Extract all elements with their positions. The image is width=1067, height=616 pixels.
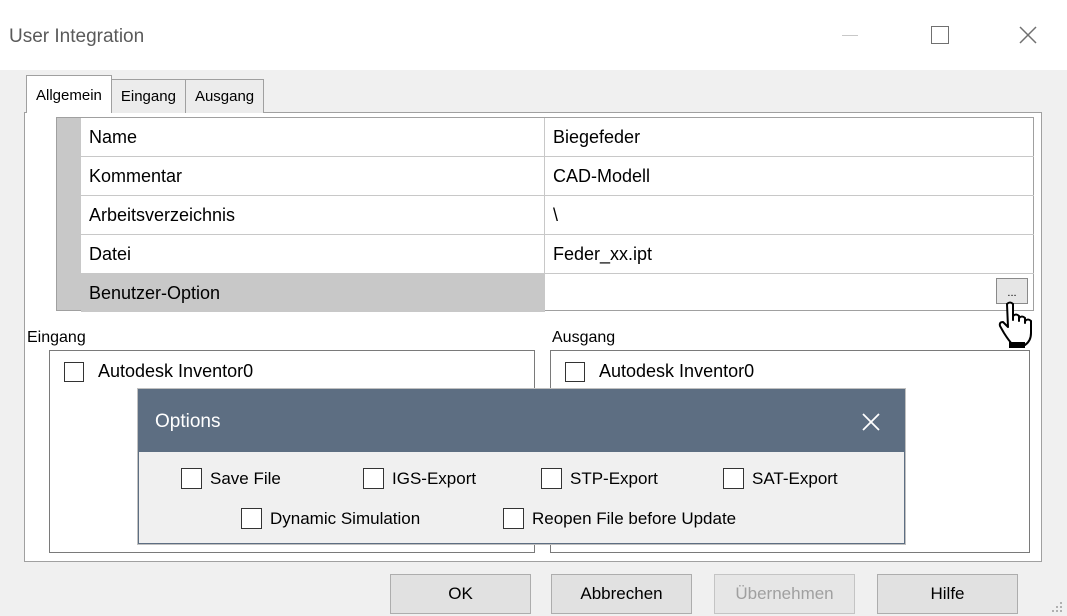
dynamic-simulation-checkbox[interactable]: Dynamic Simulation — [241, 508, 420, 529]
checkbox-label: Reopen File before Update — [532, 508, 737, 528]
window-title: User Integration — [9, 26, 145, 47]
cancel-button[interactable]: Abbrechen — [551, 574, 692, 614]
grid-gutter — [57, 118, 81, 310]
property-value[interactable]: \ — [545, 196, 1034, 234]
property-value[interactable] — [545, 274, 1034, 312]
ausgang-label: Ausgang — [552, 329, 616, 346]
checkbox[interactable] — [541, 468, 562, 489]
stp-export-checkbox[interactable]: STP-Export — [541, 468, 658, 489]
tab-strip: Allgemein Eingang Ausgang — [26, 75, 265, 113]
reopen-file-checkbox[interactable]: Reopen File before Update — [503, 508, 736, 529]
checkbox[interactable] — [363, 468, 384, 489]
close-icon — [1019, 26, 1037, 44]
apply-button[interactable]: Übernehmen — [714, 574, 855, 614]
tab-eingang[interactable]: Eingang — [110, 79, 186, 113]
property-row-benutzer-option[interactable]: Benutzer-Option — [81, 274, 1034, 313]
sat-export-checkbox[interactable]: SAT-Export — [723, 468, 838, 489]
checkbox[interactable] — [723, 468, 744, 489]
property-label: Datei — [81, 235, 545, 273]
list-item[interactable]: Autodesk Inventor0 — [565, 361, 754, 382]
resize-grip-icon[interactable] — [1050, 600, 1064, 614]
property-row-kommentar[interactable]: Kommentar CAD-Modell — [81, 157, 1034, 196]
options-title-bar: Options — [139, 390, 904, 452]
eingang-label: Eingang — [27, 329, 86, 346]
help-button[interactable]: Hilfe — [877, 574, 1018, 614]
property-row-name[interactable]: Name Biegefeder — [81, 118, 1034, 157]
property-label: Kommentar — [81, 157, 545, 195]
property-label: Benutzer-Option — [81, 274, 545, 312]
property-label: Name — [81, 118, 545, 156]
property-value[interactable]: Biegefeder — [545, 118, 1034, 156]
tab-allgemein[interactable]: Allgemein — [26, 75, 112, 113]
property-row-arbeitsverzeichnis[interactable]: Arbeitsverzeichnis \ — [81, 196, 1034, 235]
property-value[interactable]: CAD-Modell — [545, 157, 1034, 195]
maximize-icon — [931, 26, 949, 44]
options-dialog: Options Save File IGS-Export STP-Export … — [138, 389, 905, 544]
save-file-checkbox[interactable]: Save File — [181, 468, 281, 489]
checkbox-label: STP-Export — [570, 468, 658, 488]
options-title: Options — [155, 411, 221, 432]
property-grid: Name Biegefeder Kommentar CAD-Modell Arb… — [56, 117, 1034, 313]
checkbox-label: IGS-Export — [392, 468, 477, 488]
ok-button[interactable]: OK — [390, 574, 531, 614]
tab-ausgang[interactable]: Ausgang — [184, 79, 265, 113]
minimize-button[interactable] — [820, 12, 880, 58]
close-button[interactable] — [998, 12, 1058, 58]
igs-export-checkbox[interactable]: IGS-Export — [363, 468, 476, 489]
title-bar: User Integration — [0, 0, 1067, 70]
checkbox-label: SAT-Export — [752, 468, 838, 488]
minimize-icon — [842, 34, 858, 36]
checkbox[interactable] — [565, 361, 585, 382]
property-value[interactable]: Feder_xx.ipt — [545, 235, 1034, 273]
maximize-button[interactable] — [910, 12, 970, 58]
checkbox[interactable] — [241, 508, 262, 529]
checkbox[interactable] — [181, 468, 202, 489]
list-item-label: Autodesk Inventor0 — [98, 361, 254, 381]
list-item[interactable]: Autodesk Inventor0 — [64, 361, 253, 382]
list-item-label: Autodesk Inventor0 — [599, 361, 755, 381]
checkbox-label: Save File — [210, 468, 281, 488]
checkbox[interactable] — [64, 361, 84, 382]
close-icon[interactable] — [857, 408, 885, 436]
property-row-datei[interactable]: Datei Feder_xx.ipt — [81, 235, 1034, 274]
checkbox[interactable] — [503, 508, 524, 529]
checkbox-label: Dynamic Simulation — [270, 508, 421, 528]
property-label: Arbeitsverzeichnis — [81, 196, 545, 234]
hand-cursor-icon — [998, 301, 1032, 348]
